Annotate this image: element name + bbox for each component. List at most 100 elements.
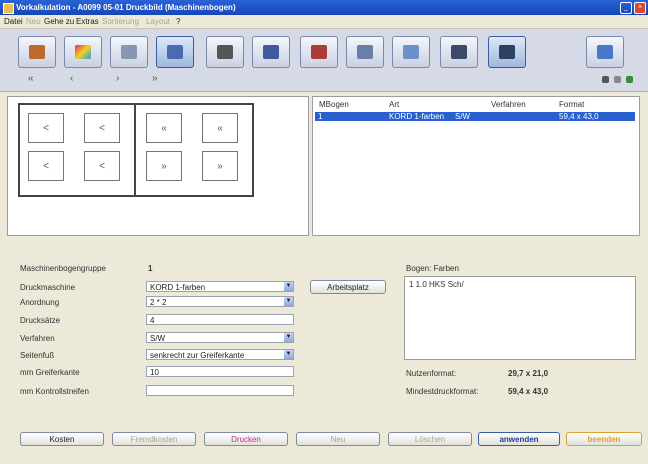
copy-small-icon[interactable] bbox=[614, 76, 621, 83]
toolbar-layout-button[interactable] bbox=[156, 36, 194, 68]
cell-format: 59,4 x 43,0 bbox=[559, 112, 599, 121]
anordnung-select[interactable]: 2 * 2 ▼ bbox=[146, 296, 294, 307]
seitenfuss-select[interactable]: senkrecht zur Greiferkante ▼ bbox=[146, 349, 294, 360]
toolbar-edit-button[interactable] bbox=[346, 36, 384, 68]
druckmaschine-label: Druckmaschine bbox=[20, 283, 76, 292]
verfahren-select[interactable]: S/W ▼ bbox=[146, 332, 294, 343]
arbeitsplatz-button[interactable]: Arbeitsplatz bbox=[310, 280, 386, 294]
maschinenbogengruppe-label: Maschinenbogengruppe bbox=[20, 264, 106, 273]
table-icon bbox=[121, 45, 137, 59]
minimize-button[interactable]: _ bbox=[620, 2, 632, 14]
nav-prev-button[interactable]: ‹ bbox=[70, 73, 73, 84]
fremdkosten-button[interactable]: Fremdkosten bbox=[112, 432, 196, 446]
toolbar-customer-button[interactable] bbox=[18, 36, 56, 68]
page-cell: < bbox=[28, 113, 64, 143]
farben-list: 1 1.0 HKS Sch/ bbox=[404, 276, 636, 360]
toolbar-print-button[interactable] bbox=[252, 36, 290, 68]
column-header-verfahren[interactable]: Verfahren bbox=[491, 100, 526, 109]
nutzenformat-value: 29,7 x 21,0 bbox=[508, 369, 549, 378]
cell-mbogen: 1 bbox=[318, 112, 323, 121]
nav-last-button[interactable]: » bbox=[152, 73, 158, 84]
edit-icon bbox=[357, 45, 373, 59]
binoculars-icon bbox=[403, 45, 419, 59]
maschinenbogengruppe-value: 1 bbox=[148, 264, 153, 273]
neu-button[interactable]: Neu bbox=[296, 432, 380, 446]
page-cell: « bbox=[146, 113, 182, 143]
cell-art: KORD 1-farben bbox=[389, 112, 445, 121]
menu-layout[interactable]: Layout bbox=[146, 17, 170, 26]
farben-line[interactable]: 1 1.0 HKS Sch/ bbox=[409, 280, 464, 289]
menu-sortierung[interactable]: Sortierung bbox=[102, 17, 139, 26]
nav-next-button[interactable]: › bbox=[116, 73, 119, 84]
person-icon bbox=[29, 45, 45, 59]
column-header-mbogen[interactable]: MBogen bbox=[319, 100, 349, 109]
column-header-format[interactable]: Format bbox=[559, 100, 584, 109]
toolbar-table-button[interactable] bbox=[110, 36, 148, 68]
close-button[interactable]: × bbox=[634, 2, 646, 14]
anwenden-button[interactable]: anwenden bbox=[478, 432, 560, 446]
anordnung-label: Anordnung bbox=[20, 298, 60, 307]
page-cell: « bbox=[202, 113, 238, 143]
toolbar-book-button[interactable] bbox=[206, 36, 244, 68]
cell-verfahren: S/W bbox=[455, 112, 471, 121]
drucken-button[interactable]: Drucken bbox=[204, 432, 288, 446]
exit-icon bbox=[597, 45, 613, 59]
cmyk-icon bbox=[75, 45, 91, 59]
drucksaetze-label: Drucksätze bbox=[20, 316, 61, 325]
bogen-farben-label: Bogen: Farben bbox=[406, 264, 459, 273]
sheet-left: < < < < bbox=[18, 103, 138, 197]
mindestdruckformat-value: 59,4 x 43,0 bbox=[508, 387, 549, 396]
menu-extras[interactable]: Extras bbox=[76, 17, 99, 26]
nav-first-button[interactable]: « bbox=[28, 73, 34, 84]
loeschen-button[interactable]: Löschen bbox=[388, 432, 472, 446]
window-title: Vorkalkulation - A0099 05-01 Druckbild (… bbox=[16, 3, 236, 12]
menu-gehe-zu[interactable]: Gehe zu bbox=[44, 17, 74, 26]
checkmark-icon bbox=[451, 45, 467, 59]
chevron-down-icon[interactable]: ▼ bbox=[284, 297, 293, 306]
status-small-icon[interactable] bbox=[626, 76, 633, 83]
app-icon bbox=[3, 3, 14, 14]
seitenfuss-value: senkrecht zur Greiferkante bbox=[150, 351, 245, 360]
greiferkante-input[interactable]: 10 bbox=[146, 366, 294, 377]
drucksaetze-input[interactable]: 4 bbox=[146, 314, 294, 325]
beenden-button[interactable]: beenden bbox=[566, 432, 642, 446]
seitenfuss-label: Seitenfuß bbox=[20, 351, 55, 360]
druckmaschine-value: KORD 1-farben bbox=[150, 283, 206, 292]
sheet-right: « « » » bbox=[134, 103, 254, 197]
title-bar: Vorkalkulation - A0099 05-01 Druckbild (… bbox=[0, 0, 648, 15]
page-cell: < bbox=[84, 151, 120, 181]
print-small-icon[interactable] bbox=[602, 76, 609, 83]
menu-datei[interactable]: Datei bbox=[4, 17, 23, 26]
chevron-down-icon[interactable]: ▼ bbox=[284, 282, 293, 291]
mindestdruckformat-label: Mindestdruckformat: bbox=[406, 387, 479, 396]
toolbar: « ‹ › » bbox=[0, 29, 648, 92]
chevron-down-icon[interactable]: ▼ bbox=[284, 333, 293, 342]
druckmaschine-select[interactable]: KORD 1-farben ▼ bbox=[146, 281, 294, 292]
sheet-table: MBogen Art Verfahren Format 1 KORD 1-far… bbox=[312, 96, 640, 236]
greiferkante-value: 10 bbox=[150, 368, 159, 377]
table-row[interactable]: 1 KORD 1-farben S/W 59,4 x 43,0 bbox=[315, 112, 635, 121]
chevron-down-icon[interactable]: ▼ bbox=[284, 350, 293, 359]
menu-neu[interactable]: Neu bbox=[26, 17, 41, 26]
verfahren-label: Verfahren bbox=[20, 334, 55, 343]
anordnung-value: 2 * 2 bbox=[150, 298, 167, 307]
toolbar-colors-button[interactable] bbox=[64, 36, 102, 68]
nutzenformat-label: Nutzenformat: bbox=[406, 369, 457, 378]
drucksaetze-value: 4 bbox=[150, 316, 155, 325]
verfahren-value: S/W bbox=[150, 334, 166, 343]
toolbar-exit-button[interactable] bbox=[586, 36, 624, 68]
toolbar-calc-button[interactable] bbox=[300, 36, 338, 68]
toolbar-ok-button[interactable] bbox=[440, 36, 478, 68]
toolbar-search-button[interactable] bbox=[392, 36, 430, 68]
page-cell: < bbox=[84, 113, 120, 143]
toolbar-save-button[interactable] bbox=[488, 36, 526, 68]
greiferkante-label: mm Greiferkante bbox=[20, 368, 80, 377]
book-icon bbox=[217, 45, 233, 59]
layout-icon bbox=[167, 45, 183, 59]
menu-help[interactable]: ? bbox=[176, 17, 180, 26]
column-header-art[interactable]: Art bbox=[389, 100, 399, 109]
kontrollstreifen-input[interactable] bbox=[146, 385, 294, 396]
printer-icon bbox=[263, 45, 279, 59]
menu-bar: Datei Neu Gehe zu Extras Sortierung Layo… bbox=[0, 15, 648, 29]
kosten-button[interactable]: Kosten bbox=[20, 432, 104, 446]
